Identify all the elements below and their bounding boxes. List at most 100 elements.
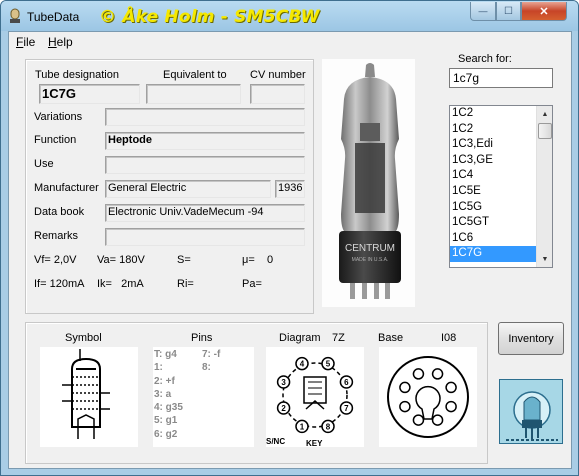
data-book-field[interactable]: Electronic Univ.VadeMecum -94 bbox=[105, 204, 305, 222]
pin-number: 2 bbox=[281, 404, 286, 413]
list-item[interactable]: 1C5G bbox=[450, 200, 536, 216]
pins-left-list: T: g4 1: 2: +f 3: a 4: g35 5: g1 6: g2 bbox=[154, 348, 183, 441]
list-item[interactable]: 1C4 bbox=[450, 168, 536, 184]
tube-image: CENTRUM MADE IN U.S.A. bbox=[339, 63, 401, 299]
menu-file[interactable]: File bbox=[16, 35, 35, 49]
equivalent-label: Equivalent to bbox=[163, 69, 227, 81]
remarks-label: Remarks bbox=[34, 230, 79, 242]
pin-circle bbox=[431, 414, 444, 426]
function-field[interactable]: Heptode bbox=[105, 132, 305, 150]
base-label: Base bbox=[378, 332, 404, 344]
menu-help[interactable]: Help bbox=[48, 35, 73, 49]
author-banner: © Åke Holm - SM5CBW bbox=[99, 7, 320, 27]
list-item[interactable]: 1C2 bbox=[450, 122, 536, 138]
tube-designation-field[interactable]: 1C7G bbox=[39, 84, 140, 104]
symbol-label: Symbol bbox=[65, 332, 102, 344]
pin-circle bbox=[412, 368, 425, 380]
list-item[interactable]: 1C2 bbox=[450, 106, 536, 122]
pin-circle bbox=[445, 381, 457, 394]
pin-entry: 6: g2 bbox=[154, 428, 178, 440]
photo-brand: CENTRUM bbox=[345, 243, 395, 254]
window-title: TubeData bbox=[27, 10, 80, 24]
cv-number-field[interactable] bbox=[250, 84, 305, 104]
pin-entry: 8: bbox=[202, 362, 211, 374]
diagram-label: Diagram bbox=[279, 332, 321, 344]
pin-number: 6 bbox=[344, 378, 349, 387]
pin-number: 8 bbox=[326, 422, 331, 431]
search-label: Search for: bbox=[458, 53, 512, 65]
list-item[interactable]: 1C5E bbox=[450, 184, 536, 200]
equivalent-field[interactable] bbox=[146, 84, 241, 104]
pin-circle bbox=[445, 400, 457, 413]
pin-diagram-icon: 1 2 3 4 5 6 7 8 S/NC KEY bbox=[266, 356, 354, 448]
pin-entry: 3: a bbox=[154, 388, 172, 400]
remarks-field[interactable] bbox=[105, 228, 305, 246]
maximize-button[interactable]: ☐ bbox=[496, 2, 521, 21]
year-field[interactable]: 1936 bbox=[275, 180, 305, 198]
pin-number: 4 bbox=[300, 360, 305, 369]
close-button[interactable]: ✕ bbox=[521, 2, 567, 21]
inventory-button[interactable]: Inventory bbox=[498, 322, 564, 355]
pin-number: 7 bbox=[344, 404, 349, 413]
search-input[interactable]: 1c7g bbox=[449, 68, 553, 88]
list-item[interactable]: 1C3,GE bbox=[450, 153, 536, 169]
use-label: Use bbox=[34, 158, 54, 170]
ri-value: Ri= bbox=[177, 278, 194, 290]
list-item[interactable]: 1C5GT bbox=[450, 215, 536, 231]
tube-listbox[interactable]: 1C2 1C2 1C3,Edi 1C3,GE 1C4 1C5E 1C5G 1C5GT 1C6 1C… bbox=[449, 105, 553, 268]
use-field[interactable] bbox=[105, 156, 305, 174]
manufacturer-label: Manufacturer bbox=[34, 182, 99, 194]
photo-made-in: MADE IN U.S.A. bbox=[352, 257, 389, 263]
list-item[interactable]: 1C6 bbox=[450, 231, 536, 247]
list-item[interactable]: 1C7G bbox=[450, 246, 536, 262]
scroll-up-arrow[interactable]: ▲ bbox=[537, 106, 552, 122]
diagram-box: 1 2 3 4 5 6 7 8 S/NC KEY bbox=[266, 347, 364, 448]
base-code: I08 bbox=[441, 332, 457, 344]
variations-label: Variations bbox=[34, 111, 83, 123]
va-value: Va= 180V bbox=[97, 254, 145, 266]
title-bar[interactable]: TubeData © Åke Holm - SM5CBW — ☐ ✕ bbox=[1, 1, 578, 31]
cv-number-label: CV number bbox=[250, 69, 306, 81]
minimize-button[interactable]: — bbox=[470, 2, 496, 21]
list-item[interactable]: 1C3,Edi bbox=[450, 137, 536, 153]
client-area: File Help Tube designation Equivalent to… bbox=[8, 31, 572, 469]
variations-field[interactable] bbox=[105, 108, 305, 126]
function-label: Function bbox=[34, 134, 77, 146]
pin-circle bbox=[412, 414, 425, 426]
pin-entry: 5: g1 bbox=[154, 415, 178, 427]
if-value: If= 120mA bbox=[34, 278, 85, 290]
diagram-code: 7Z bbox=[332, 332, 345, 344]
pin-entry: T: g4 bbox=[154, 349, 177, 360]
pin-entry: 4: g35 bbox=[154, 402, 183, 414]
list-scrollbar[interactable]: ▲ ▼ bbox=[536, 106, 552, 267]
pin-number: 5 bbox=[326, 360, 331, 369]
pins-label: Pins bbox=[191, 332, 213, 344]
pins-box: T: g4 1: 2: +f 3: a 4: g35 5: g1 6: g2 7: -f 8: bbox=[153, 347, 254, 447]
manufacturer-field[interactable]: General Electric bbox=[105, 180, 271, 198]
pin-entry: 2: +f bbox=[154, 375, 175, 387]
app-window: TubeData © Åke Holm - SM5CBW — ☐ ✕ File … bbox=[0, 0, 579, 476]
menu-bar: File Help bbox=[9, 32, 571, 51]
tube-symbol-icon bbox=[62, 349, 110, 439]
diagram-key: KEY bbox=[306, 439, 323, 447]
mu-value: μ= 0 bbox=[242, 254, 274, 266]
pin-entry: 1: bbox=[154, 362, 163, 374]
scroll-down-arrow[interactable]: ▼ bbox=[537, 251, 552, 267]
vf-value: Vf= 2,0V bbox=[34, 254, 77, 266]
minimize-icon: — bbox=[478, 6, 488, 16]
base-socket-icon bbox=[387, 356, 469, 438]
diagram-note: S/NC bbox=[266, 437, 285, 446]
logo-graphic bbox=[500, 380, 562, 443]
close-icon: ✕ bbox=[539, 5, 549, 18]
tube-photo: CENTRUM MADE IN U.S.A. bbox=[322, 59, 415, 307]
data-book-label: Data book bbox=[34, 206, 85, 218]
tube-designation-label: Tube designation bbox=[35, 69, 119, 81]
tube-logo-icon bbox=[499, 379, 563, 444]
base-box bbox=[379, 347, 477, 447]
s-value: S= bbox=[177, 254, 191, 266]
pin-circle bbox=[399, 400, 411, 413]
pin-entry: 7: -f bbox=[202, 349, 221, 360]
pin-circle bbox=[431, 368, 444, 380]
scroll-thumb[interactable] bbox=[538, 123, 552, 139]
pins-right-list: 7: -f 8: bbox=[202, 348, 220, 375]
